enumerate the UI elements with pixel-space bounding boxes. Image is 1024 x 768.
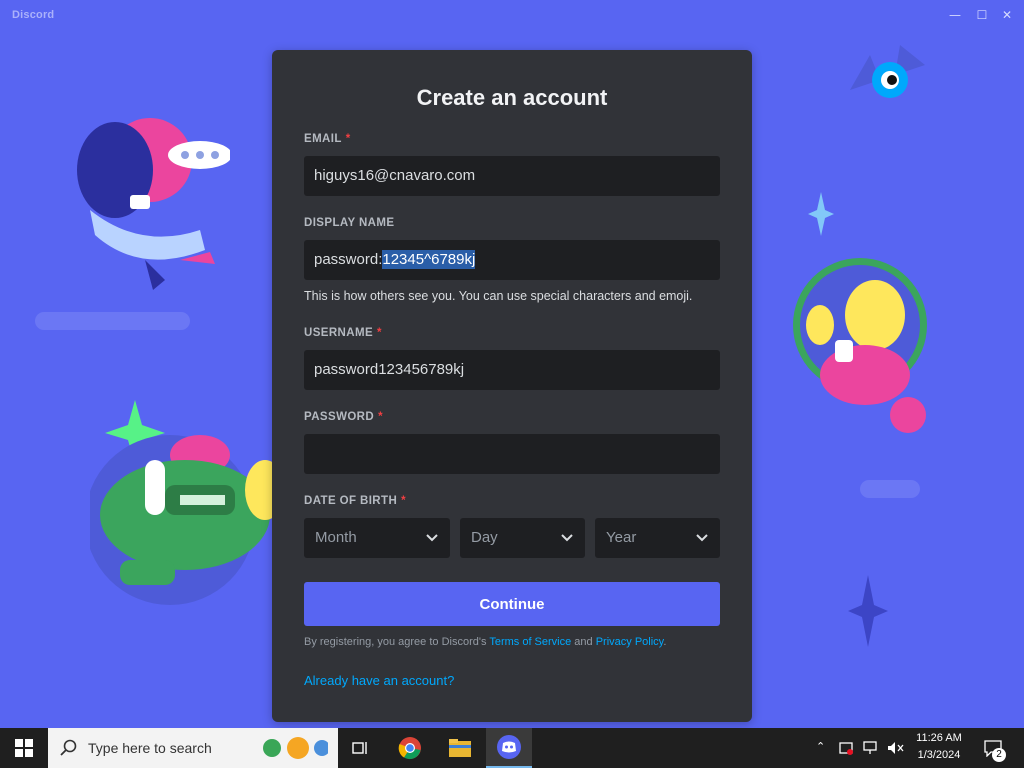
- display-name-hint: This is how others see you. You can use …: [304, 289, 693, 303]
- chevron-down-icon: [696, 534, 708, 542]
- tray-overflow-chevron[interactable]: ⌃: [816, 740, 825, 753]
- sparkle-decoration: [808, 192, 834, 236]
- create-account-form: Create an account EMAIL * higuys16@cnavar…: [272, 50, 752, 722]
- selected-text: 12345^6789kj: [382, 250, 476, 269]
- login-link[interactable]: Already have an account?: [304, 673, 454, 688]
- month-dropdown[interactable]: Month: [304, 518, 450, 558]
- discord-taskbar-button[interactable]: [486, 728, 532, 768]
- character-illustration-right: [793, 258, 927, 433]
- volume-muted-icon[interactable]: [886, 740, 904, 756]
- username-field[interactable]: password123456789kj: [304, 350, 720, 390]
- window-title: Discord: [12, 9, 55, 21]
- character-illustration-left: [77, 118, 230, 290]
- windows-taskbar: Type here to search ⌃ 11:26 AM 1/3/2024 …: [0, 728, 1024, 768]
- discord-icon: [497, 735, 521, 759]
- terms-of-service-link[interactable]: Terms of Service: [489, 636, 571, 648]
- cloud-shape: [35, 312, 190, 330]
- continue-button[interactable]: Continue: [304, 582, 720, 626]
- start-button[interactable]: [0, 728, 48, 768]
- dob-label: DATE OF BIRTH *: [304, 495, 407, 507]
- clock-date[interactable]: 1/3/2024: [914, 749, 964, 761]
- email-field[interactable]: higuys16@cnavaro.com: [304, 156, 720, 196]
- taskbar-search-box[interactable]: Type here to search: [48, 728, 338, 768]
- close-button[interactable]: ✕: [998, 6, 1016, 24]
- display-name-field[interactable]: password:12345^6789kj: [304, 240, 720, 280]
- privacy-policy-link[interactable]: Privacy Policy: [596, 636, 664, 648]
- task-view-button[interactable]: [346, 728, 376, 768]
- sparkle-decoration: [848, 575, 888, 647]
- password-label: PASSWORD *: [304, 411, 383, 423]
- monster-illustration: [90, 400, 280, 605]
- minimize-button[interactable]: —: [946, 6, 964, 24]
- password-field[interactable]: [304, 434, 720, 474]
- ethernet-icon[interactable]: [862, 740, 878, 756]
- chrome-icon: [398, 737, 421, 760]
- title-bar: Discord — ☐ ✕: [0, 0, 1024, 30]
- terms-text: By registering, you agree to Discord's T…: [304, 636, 667, 648]
- chrome-taskbar-button[interactable]: [392, 728, 428, 768]
- email-label: EMAIL *: [304, 133, 351, 145]
- chevron-down-icon: [561, 534, 573, 542]
- clock-time[interactable]: 11:26 AM: [914, 732, 964, 744]
- network-alert-icon[interactable]: [838, 740, 854, 756]
- display-name-label: DISPLAY NAME: [304, 217, 395, 229]
- chevron-down-icon: [426, 534, 438, 542]
- cloud-shape: [860, 480, 920, 498]
- notification-count-badge: 2: [992, 748, 1006, 762]
- username-label: USERNAME *: [304, 327, 382, 339]
- search-placeholder: Type here to search: [88, 740, 212, 756]
- discord-app-window: Discord — ☐ ✕ Create an account EMAIL * …: [0, 0, 1024, 768]
- year-dropdown[interactable]: Year: [595, 518, 720, 558]
- maximize-button[interactable]: ☐: [973, 6, 991, 24]
- bat-creature-illustration: [850, 45, 925, 98]
- task-view-icon: [352, 742, 367, 754]
- file-explorer-icon: [449, 739, 471, 757]
- search-icon: [60, 739, 77, 756]
- weather-widget-icon: [263, 737, 328, 759]
- day-dropdown[interactable]: Day: [460, 518, 585, 558]
- form-heading: Create an account: [416, 85, 608, 110]
- file-explorer-taskbar-button[interactable]: [440, 728, 480, 768]
- windows-start-icon: [15, 739, 33, 757]
